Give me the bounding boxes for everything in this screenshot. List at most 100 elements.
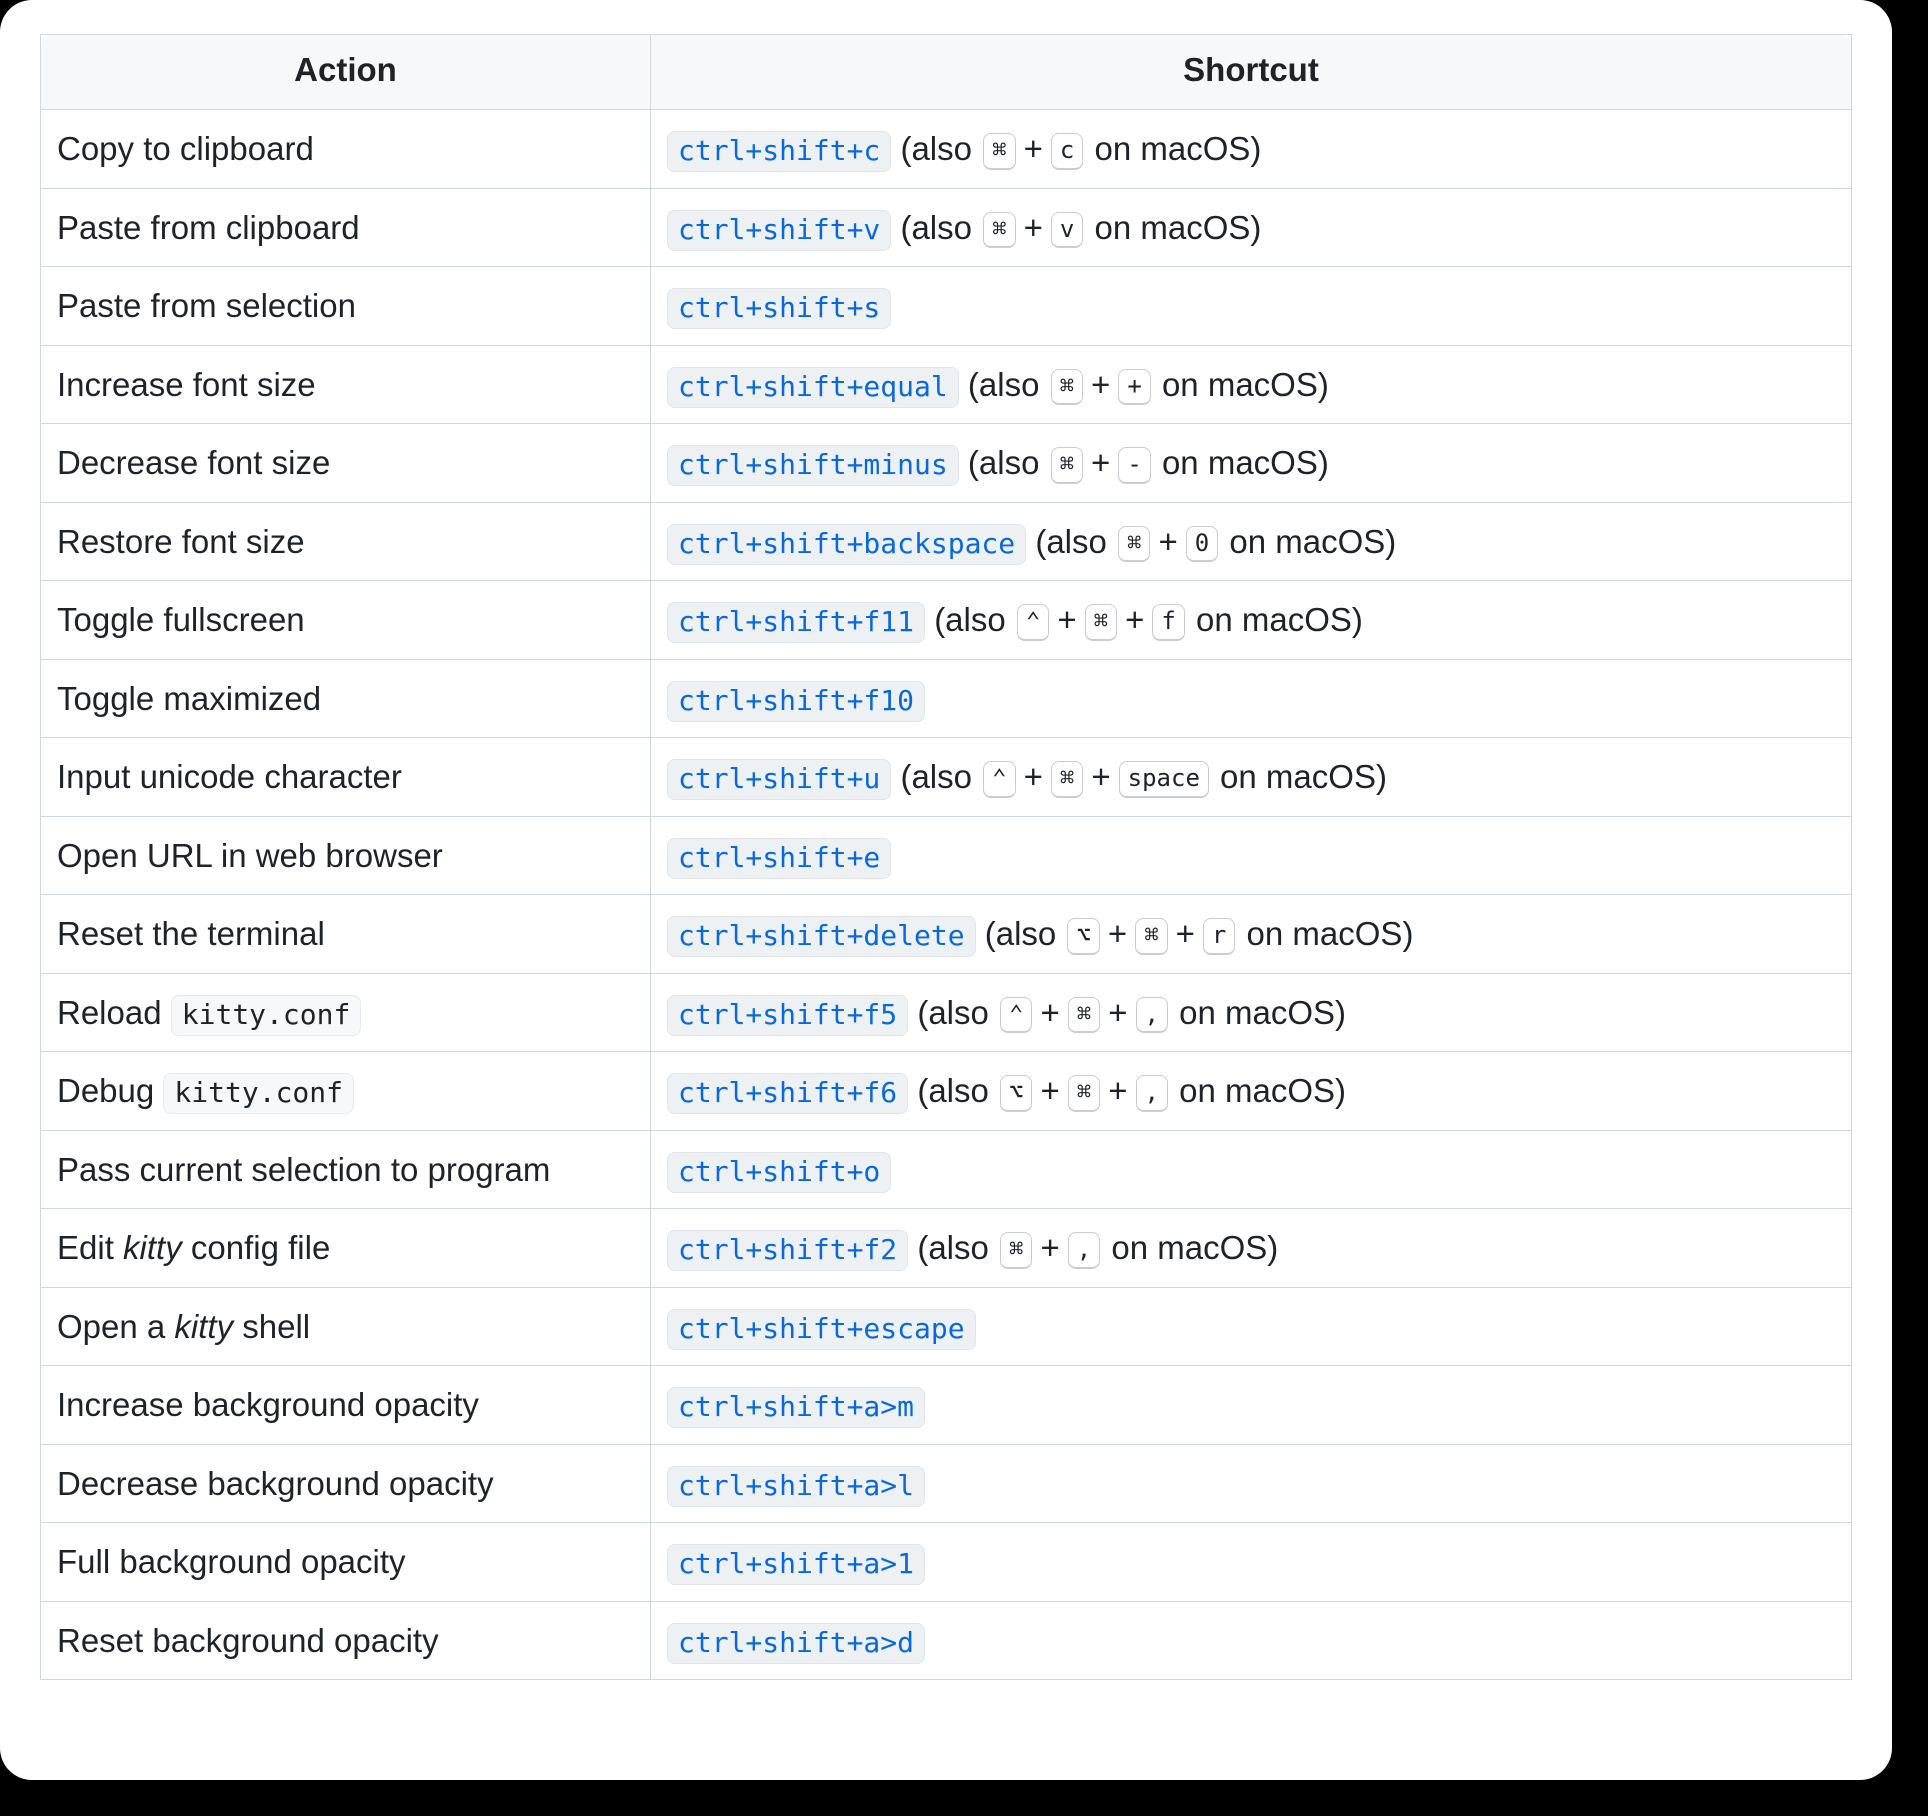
- table-row: Open a kitty shell ctrl+shift+escape: [41, 1287, 1852, 1366]
- keycap: v: [1051, 212, 1083, 249]
- shortcut-cell: ctrl+shift+equal (also ⌘++ on macOS): [651, 345, 1852, 424]
- shortcut-cell: ctrl+shift+v (also ⌘+v on macOS): [651, 188, 1852, 267]
- primary-shortcut: ctrl+shift+f2: [667, 1230, 908, 1271]
- macos-note-open: (also: [968, 444, 1049, 481]
- keycap: ⌃: [983, 761, 1015, 798]
- key-plus: +: [1085, 438, 1116, 488]
- keycap: ⌥: [1067, 918, 1099, 955]
- shortcut-cell: ctrl+shift+a>m: [651, 1366, 1852, 1445]
- action-cell: Paste from selection: [41, 267, 651, 346]
- table-row: Paste from selectionctrl+shift+s: [41, 267, 1852, 346]
- action-cell: Decrease font size: [41, 424, 651, 503]
- shortcut-cell: ctrl+shift+escape: [651, 1287, 1852, 1366]
- primary-shortcut: ctrl+shift+u: [667, 759, 891, 800]
- keycap: ⌃: [1000, 997, 1032, 1034]
- macos-note-open: (also: [968, 366, 1049, 403]
- keycap: ⌃: [1017, 604, 1049, 641]
- shortcut-cell: ctrl+shift+u (also ⌃+⌘+space on macOS): [651, 738, 1852, 817]
- action-cell: Reset background opacity: [41, 1601, 651, 1680]
- macos-note-close: on macOS): [1153, 366, 1329, 403]
- key-plus: +: [1119, 595, 1150, 645]
- key-plus: +: [1034, 1223, 1065, 1273]
- keycap: ⌘: [983, 133, 1015, 170]
- key-plus: +: [1018, 203, 1049, 253]
- keycap: ⌥: [1000, 1075, 1032, 1112]
- action-cell: Edit kitty config file: [41, 1209, 651, 1288]
- primary-shortcut: ctrl+shift+f6: [667, 1073, 908, 1114]
- action-cell: Open URL in web browser: [41, 816, 651, 895]
- keycap: ⌘: [1000, 1232, 1032, 1269]
- action-cell: Open a kitty shell: [41, 1287, 651, 1366]
- macos-note-close: on macOS): [1211, 758, 1387, 795]
- keycap: +: [1118, 369, 1150, 406]
- shortcut-cell: ctrl+shift+e: [651, 816, 1852, 895]
- table-row: Reset the terminal ctrl+shift+delete (als…: [41, 895, 1852, 974]
- keycap: ⌘: [1051, 447, 1083, 484]
- keycap: ,: [1136, 997, 1168, 1034]
- primary-shortcut: ctrl+shift+f5: [667, 995, 908, 1036]
- action-cell: Pass current selection to program: [41, 1130, 651, 1209]
- macos-note-close: on macOS): [1085, 209, 1261, 246]
- macos-note-open: (also: [917, 1072, 998, 1109]
- keycap: f: [1152, 604, 1184, 641]
- keycap: ⌘: [1135, 918, 1167, 955]
- keycap: 0: [1186, 526, 1218, 563]
- table-row: Full background opacityctrl+shift+a>1: [41, 1523, 1852, 1602]
- shortcut-cell: ctrl+shift+backspace (also ⌘+0 on macOS): [651, 502, 1852, 581]
- macos-note-open: (also: [1035, 523, 1116, 560]
- table-row: Increase background opacityctrl+shift+a>…: [41, 1366, 1852, 1445]
- primary-shortcut: ctrl+shift+f11: [667, 602, 925, 643]
- table-row: Toggle fullscreen ctrl+shift+f11 (also ⌃ +…: [41, 581, 1852, 660]
- shortcut-cell: ctrl+shift+s: [651, 267, 1852, 346]
- primary-shortcut: ctrl+shift+a>1: [667, 1544, 925, 1585]
- key-plus: +: [1018, 752, 1049, 802]
- table-row: Debug kitty.confctrl+shift+f6 (also ⌥+⌘+…: [41, 1052, 1852, 1131]
- shortcut-cell: ctrl+shift+a>1: [651, 1523, 1852, 1602]
- action-cell: Toggle fullscreen: [41, 581, 651, 660]
- action-cell: Restore font size: [41, 502, 651, 581]
- macos-note-open: (also: [985, 915, 1066, 952]
- action-cell: Reset the terminal: [41, 895, 651, 974]
- action-cell: Paste from clipboard: [41, 188, 651, 267]
- action-cell: Toggle maximized: [41, 659, 651, 738]
- primary-shortcut: ctrl+shift+e: [667, 838, 891, 879]
- macos-note-open: (also: [900, 758, 981, 795]
- key-plus: +: [1102, 1066, 1133, 1116]
- keycap: -: [1118, 447, 1150, 484]
- key-plus: +: [1170, 909, 1201, 959]
- shortcut-cell: ctrl+shift+a>l: [651, 1444, 1852, 1523]
- key-plus: +: [1085, 360, 1116, 410]
- keycap: ,: [1068, 1232, 1100, 1269]
- primary-shortcut: ctrl+shift+backspace: [667, 524, 1026, 565]
- primary-shortcut: ctrl+shift+f10: [667, 681, 925, 722]
- table-row: Edit kitty config file ctrl+shift+f2 (als…: [41, 1209, 1852, 1288]
- table-row: Copy to clipboardctrl+shift+c (also ⌘+c …: [41, 110, 1852, 189]
- macos-note-open: (also: [917, 994, 998, 1031]
- action-cell: Decrease background opacity: [41, 1444, 651, 1523]
- keycap: ,: [1136, 1075, 1168, 1112]
- keycap: c: [1051, 133, 1083, 170]
- macos-note-open: (also: [917, 1229, 998, 1266]
- primary-shortcut: ctrl+shift+a>m: [667, 1387, 925, 1428]
- col-header-shortcut: Shortcut: [651, 35, 1852, 110]
- primary-shortcut: ctrl+shift+delete: [667, 916, 976, 957]
- keycap: ⌘: [1068, 1075, 1100, 1112]
- shortcut-cell: ctrl+shift+f5 (also ⌃+⌘+, on macOS): [651, 973, 1852, 1052]
- key-plus: +: [1152, 517, 1183, 567]
- keycap: ⌘: [983, 212, 1015, 249]
- shortcut-cell: ctrl+shift+f11 (also ⌃+⌘+f on macOS): [651, 581, 1852, 660]
- italic-text: kitty: [123, 1229, 182, 1266]
- table-row: Decrease font sizectrl+shift+minus (also…: [41, 424, 1852, 503]
- primary-shortcut: ctrl+shift+escape: [667, 1309, 976, 1350]
- shortcut-card: Action Shortcut Copy to clipboardctrl+sh…: [0, 0, 1892, 1780]
- macos-note-open: (also: [934, 601, 1015, 638]
- primary-shortcut: ctrl+shift+v: [667, 210, 891, 251]
- table-row: Input unicode characterctrl+shift+u (als…: [41, 738, 1852, 817]
- macos-note-close: on macOS): [1085, 130, 1261, 167]
- key-plus: +: [1102, 988, 1133, 1038]
- keycap: r: [1203, 918, 1235, 955]
- table-row: Pass current selection to programctrl+sh…: [41, 1130, 1852, 1209]
- key-plus: +: [1102, 909, 1133, 959]
- primary-shortcut: ctrl+shift+equal: [667, 367, 959, 408]
- macos-note-close: on macOS): [1187, 601, 1363, 638]
